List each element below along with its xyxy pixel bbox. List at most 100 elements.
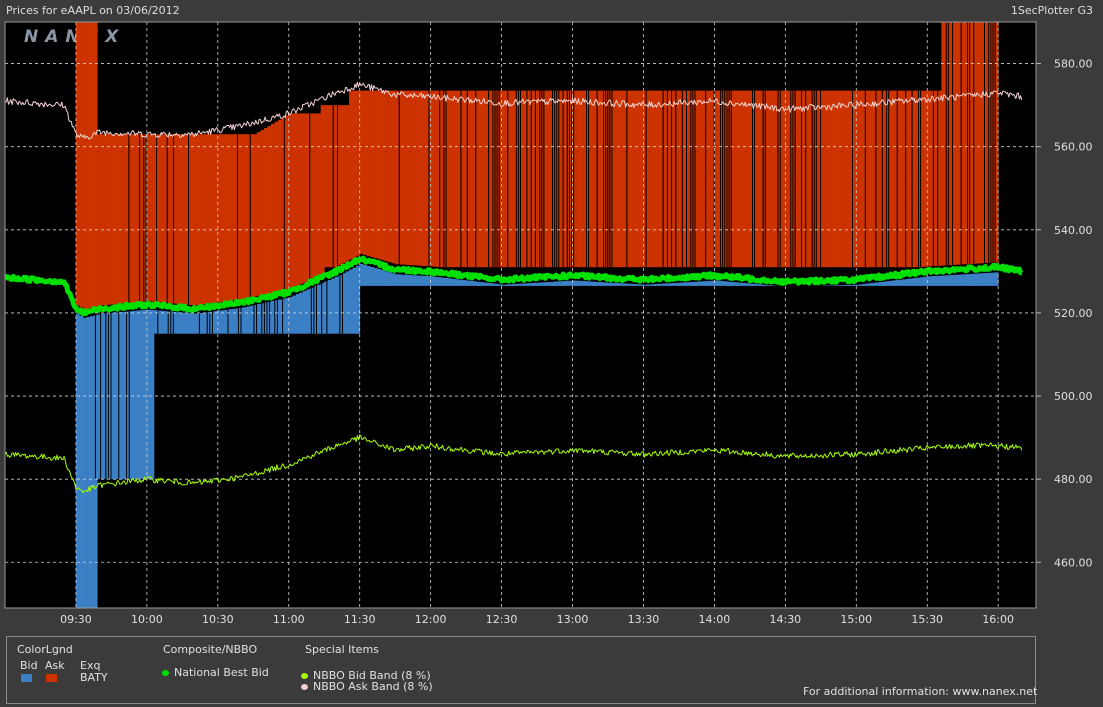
bid-quote-bar xyxy=(877,282,882,286)
ask-quote-bar xyxy=(618,90,623,268)
ask-gap xyxy=(607,90,609,268)
ask-gap xyxy=(686,90,687,268)
bid-quote-bar xyxy=(526,283,531,286)
bid-quote-bar xyxy=(327,280,332,334)
ask-gap xyxy=(569,90,570,268)
bid-quote-bar xyxy=(583,281,588,286)
legend-ask-label: Ask xyxy=(45,659,65,672)
bid-quote-bar xyxy=(462,280,467,286)
bid-quote-bar xyxy=(501,284,506,286)
bid-quote-bar xyxy=(611,282,616,286)
ask-quote-bar xyxy=(803,90,807,268)
ask-quote-bar xyxy=(650,90,655,268)
bid-quote-bar xyxy=(941,275,946,286)
bid-quote-bar xyxy=(742,283,747,286)
ask-gap xyxy=(558,90,560,268)
bid-gap xyxy=(342,273,343,334)
ask-quote-bar xyxy=(90,22,94,308)
bid-gap xyxy=(321,282,323,334)
ask-gap xyxy=(911,90,913,268)
bid-quote-bar xyxy=(764,284,768,286)
ask-quote-bar xyxy=(334,105,339,267)
bid-gap xyxy=(157,310,159,334)
bid-quote-bar xyxy=(551,281,556,286)
ask-gap xyxy=(813,90,815,268)
bid-quote-bar xyxy=(302,290,307,334)
ask-gap xyxy=(692,90,694,268)
bid-gap xyxy=(269,301,271,334)
y-tick-label: 480.00 xyxy=(1054,473,1093,486)
bid-quote-bar xyxy=(849,284,854,286)
bid-quote-bar xyxy=(654,284,658,286)
ask-quote-bar xyxy=(654,90,658,268)
ask-quote-bar xyxy=(434,90,439,267)
bid-quote-bar xyxy=(866,283,871,286)
ask-quote-bar xyxy=(508,90,513,268)
ask-quote-bar xyxy=(530,90,534,268)
bid-quote-bar xyxy=(136,310,141,480)
ask-gap xyxy=(666,90,668,268)
ask-quote-bar xyxy=(483,90,488,268)
ask-quote-bar xyxy=(753,90,758,268)
ask-quote-bar xyxy=(93,22,98,307)
bid-quote-bar xyxy=(505,284,509,286)
bid-quote-bar xyxy=(405,274,410,286)
bid-quote-bar xyxy=(207,312,212,334)
ask-quote-bar xyxy=(217,134,222,303)
ask-quote-bar xyxy=(785,90,790,268)
bid-quote-bar xyxy=(689,282,694,286)
ask-gap xyxy=(815,90,817,268)
ask-quote-bar xyxy=(324,105,329,268)
bid-quote-bar xyxy=(615,283,619,286)
x-tick-label: 09:30 xyxy=(60,613,92,626)
ask-gap xyxy=(543,90,545,268)
ask-gap xyxy=(534,90,536,268)
ask-quote-bar xyxy=(842,90,846,268)
ask-quote-bar xyxy=(288,113,293,289)
bid-quote-bar xyxy=(686,282,690,286)
bid-gap xyxy=(167,311,169,334)
ask-quote-bar xyxy=(299,113,304,285)
ask-gap xyxy=(552,90,553,268)
bid-gap xyxy=(316,285,317,334)
legend-special-heading: Special Items xyxy=(305,643,379,656)
bid-quote-bar xyxy=(473,281,478,286)
bid-quote-bar xyxy=(856,284,861,286)
ask-gap xyxy=(896,90,898,268)
bid-quote-bar xyxy=(246,306,251,334)
ask-gap xyxy=(588,90,590,268)
bid-quote-bar xyxy=(959,274,963,286)
ask-gap xyxy=(445,90,447,268)
bid-gap xyxy=(110,312,112,480)
bid-quote-bar xyxy=(235,308,240,334)
bid-quote-bar xyxy=(366,266,371,286)
ask-gap xyxy=(139,134,141,302)
bid-gap xyxy=(310,287,312,334)
bid-gap xyxy=(313,286,315,334)
bid-quote-bar xyxy=(845,285,850,286)
ask-gap xyxy=(498,90,500,268)
bid-quote-bar xyxy=(540,282,545,286)
ask-quote-bar xyxy=(327,105,332,268)
ask-gap xyxy=(428,90,430,267)
bid-quote-bar xyxy=(483,282,488,286)
ask-gap xyxy=(283,116,285,290)
ask-gap xyxy=(507,90,509,268)
x-tick-label: 10:30 xyxy=(202,613,234,626)
ask-gap xyxy=(541,90,543,268)
ask-gap xyxy=(145,134,147,302)
bid-quote-bar xyxy=(586,281,591,286)
bid-quote-bar xyxy=(831,285,836,286)
ask-quote-bar xyxy=(469,90,474,268)
ask-quote-bar xyxy=(154,134,158,302)
ask-gap xyxy=(573,90,575,268)
bid-gap xyxy=(274,300,276,334)
ask-quote-bar xyxy=(714,90,719,268)
ask-gap xyxy=(662,90,664,268)
ask-quote-bar xyxy=(877,90,882,268)
ask-gap xyxy=(562,90,564,268)
x-tick-label: 14:00 xyxy=(699,613,731,626)
ask-quote-bar xyxy=(391,90,396,264)
x-tick-label: 13:30 xyxy=(628,613,660,626)
bid-quote-bar xyxy=(444,278,449,286)
